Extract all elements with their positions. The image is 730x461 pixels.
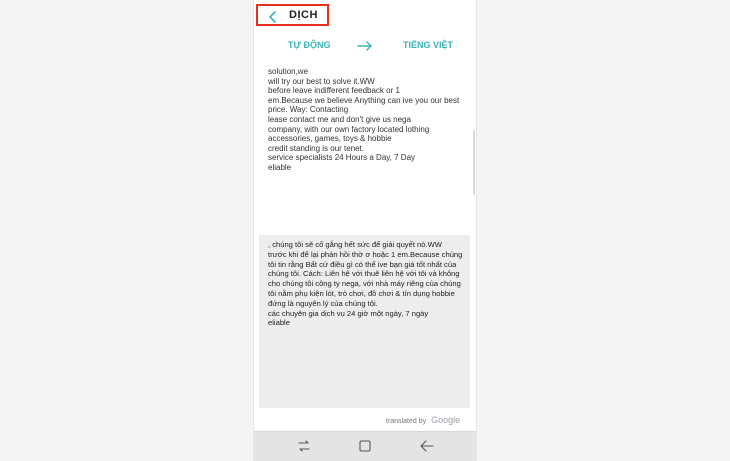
source-text-input[interactable]: solution,we will try our best to solve i…	[268, 67, 468, 227]
credit-label: translated by	[386, 418, 427, 425]
scrollbar-thumb[interactable]	[473, 130, 475, 195]
page-title: DỊCH	[289, 9, 318, 21]
chevron-left-icon[interactable]	[268, 10, 278, 23]
recent-apps-icon[interactable]	[296, 439, 312, 453]
phone-screen: DỊCH TỰ ĐỘNG TIẾNG VIỆT solution,we will…	[253, 0, 477, 461]
navigation-bar	[254, 431, 476, 461]
language-selector-row: TỰ ĐỘNG TIẾNG VIỆT	[254, 36, 478, 56]
translation-text: , chúng tôi sẽ cố gắng hết sức để giải q…	[268, 240, 463, 328]
source-language-button[interactable]: TỰ ĐỘNG	[288, 40, 330, 50]
home-icon[interactable]	[357, 439, 373, 453]
title-bar-highlight: DỊCH	[256, 4, 329, 26]
back-arrow-icon[interactable]	[419, 439, 435, 453]
translation-result-box: , chúng tôi sẽ cố gắng hết sức để giải q…	[259, 235, 470, 408]
arrow-right-icon[interactable]	[357, 39, 373, 51]
translation-credit: translated by Google	[386, 415, 460, 425]
google-logo: Google	[431, 415, 461, 425]
target-language-button[interactable]: TIẾNG VIỆT	[403, 40, 453, 50]
